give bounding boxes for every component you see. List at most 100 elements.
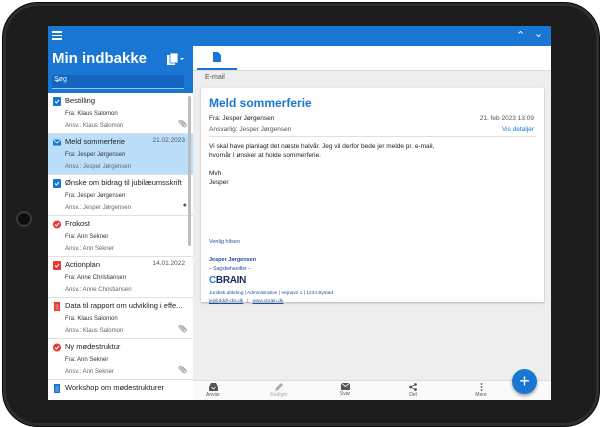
inbox-icon [208,383,218,391]
list-item[interactable]: Workshop om mødestrukturer [48,380,193,400]
item-title: Bestilling [65,96,96,105]
signature-email-link[interactable]: jej@dddl-cbs.dk [209,299,243,304]
show-details-link[interactable]: Vis detaljer [502,126,534,133]
mail-icon [340,383,350,390]
more-button[interactable]: Mere [461,383,501,398]
item-from: Fra: Klaus Salomon [65,111,118,117]
body-line: hvornår I ønsker at holde sommerferie. [209,152,321,159]
item-from: Fra: Jesper Jørgensen [65,193,126,199]
app-screen: ⌃ ⌄ Min indbakke Søg ⌄ Bestilling Fra: K… [48,26,551,400]
detail-pane: E-mail Meld sommerferie Fra: Jesper Jørg… [193,46,551,400]
item-title: Ønske om bidrag til jubilæumsskrift [65,178,182,187]
attachment-icon: 📎︎ [178,326,187,333]
comment-icon: ● [182,202,187,209]
share-icon [409,383,417,391]
signature-contact: jej@dddl-cbs.dk | www.cbrain.dk [209,299,283,304]
divider [209,136,536,137]
item-responsible: Ansv.: Anne Christiansen [65,287,132,293]
edit-button[interactable]: Redigér [259,383,299,398]
search-input[interactable]: Søg ⌄ [52,75,184,89]
more-label: Mere [475,392,487,398]
document-icon [213,52,221,62]
top-app-bar: ⌃ ⌄ [48,26,551,46]
chevron-down-icon[interactable]: ⌄ [54,75,180,84]
document-icon [54,384,60,393]
closing: Mvh [209,170,222,177]
chevron-up-icon[interactable]: ⌃ [516,29,525,43]
email-subject: Meld sommerferie [209,96,312,110]
cbrain-logo: CBRAIN [209,275,246,286]
attachment-icon: 📎︎ [178,121,187,128]
closing-name: Jesper [209,179,229,186]
signature-web-link[interactable]: www.cbrain.dk [252,299,283,304]
item-responsible: Ansv.: Ann Sekner [65,246,114,252]
task-red-icon [53,261,61,270]
item-responsible: Ansv.: Jesper Jørgensen [65,164,131,170]
item-date: 14.01.2022 [152,260,185,267]
attachment-icon: 📎︎ [178,367,187,374]
item-title: Frokost [65,219,91,228]
pencil-icon [275,383,283,391]
answer-label: Svar [339,391,351,397]
email-responsible: Ansvarlig: Jesper Jørgensen [209,126,292,133]
inbox-title: Min indbakke [52,50,148,67]
list-item[interactable]: Actionplan 14.01.2022 Fra: Anne Christia… [48,257,193,298]
chevron-down-icon[interactable]: ⌄ [534,27,543,41]
detail-tabs [193,46,551,71]
list-item[interactable]: Meld sommerferie 21.02.2023 Fra: Jesper … [48,134,193,175]
documents-dropdown-icon[interactable] [166,52,184,66]
action-toolbar: Anvisr Redigér Svar Del Mere [193,380,551,400]
email-date: 21. feb 2023 13:09 [479,115,534,122]
item-title: Data til rapport om udvikling i effe... [65,301,182,310]
check-circle-icon [53,220,61,229]
list-item[interactable]: Bestilling Fra: Klaus Salomon Ansv.: Kla… [48,93,193,134]
more-vertical-icon [480,383,482,391]
signature-role: – Sagsbehandler – [209,266,251,272]
sidebar-scrollbar[interactable] [188,96,191,246]
item-from: Fra: Jesper Jørgensen [65,152,126,158]
add-button[interactable]: + [512,369,537,394]
list-item[interactable]: Ny mødestruktur Fra: Ann Sekner Ansv.: A… [48,339,193,380]
sidebar-header: Min indbakke Søg ⌄ [48,46,193,93]
item-title: Workshop om mødestrukturer [65,383,165,392]
task-icon [53,97,61,106]
tab-document[interactable] [197,46,237,70]
logo-text: BRAIN [215,275,247,286]
reply-label: Anvisr [206,392,220,398]
reply-button[interactable]: Anvisr [193,383,233,398]
plus-icon: + [519,371,530,391]
task-icon [53,179,61,188]
email-card: Meld sommerferie Fra: Jesper Jørgensen 2… [201,88,544,304]
share-button[interactable]: Del [393,383,433,398]
inbox-sidebar: Min indbakke Søg ⌄ Bestilling Fra: Klaus… [48,46,193,400]
item-date: 21.02.2023 [152,137,185,144]
section-label: E-mail [205,74,225,81]
item-responsible: Ansv.: Klaus Salomon [65,328,124,334]
hamburger-menu-icon[interactable] [52,31,62,40]
logo-letter: C [209,275,216,286]
list-item[interactable]: Frokost Fra: Ann Sekner Ansv.: Ann Sekne… [48,216,193,257]
document-red-icon [54,302,60,311]
edit-label: Redigér [270,392,288,398]
signature-greeting: Venlig hilsen [209,239,240,245]
answer-button[interactable]: Svar [325,383,365,397]
signature-address: Juridisk afdeling | Administration | Vej… [209,291,333,296]
item-responsible: Ansv.: Klaus Salomon [65,123,124,129]
item-from: Fra: Anne Christiansen [65,275,127,281]
email-icon [53,139,61,146]
email-from: Fra: Jesper Jørgensen [209,115,275,122]
camera-icon [16,211,32,227]
item-responsible: Ansv.: Ann Sekner [65,369,114,375]
inbox-list: Bestilling Fra: Klaus Salomon Ansv.: Kla… [48,93,193,400]
item-from: Fra: Klaus Salomon [65,316,118,322]
item-title: Ny mødestruktur [65,342,121,351]
share-label: Del [409,392,417,398]
signature-name: Jesper Jørgensen [209,257,257,263]
list-item[interactable]: Ønske om bidrag til jubilæumsskrift Fra:… [48,175,193,216]
item-from: Fra: Ann Sekner [65,357,109,363]
email-body: Vi skal have planlagt det næste halvår. … [209,142,434,187]
item-responsible: Ansv.: Jesper Jørgensen [65,205,131,211]
item-from: Fra: Ann Sekner [65,234,109,240]
list-item[interactable]: Data til rapport om udvikling i effe... … [48,298,193,339]
check-circle-icon [53,343,61,352]
